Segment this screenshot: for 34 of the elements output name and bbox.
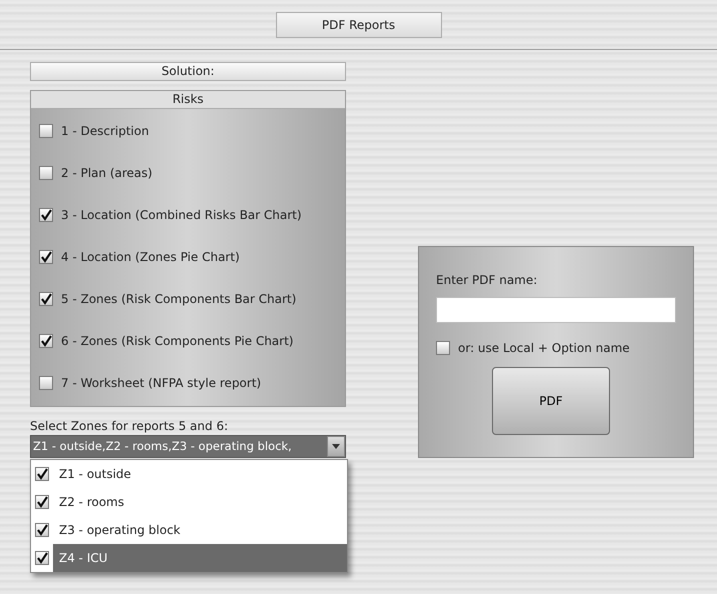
zones-label: Select Zones for reports 5 and 6: [30,418,229,435]
window-title: PDF Reports [276,12,442,38]
dropdown-button[interactable] [327,436,345,457]
dropdown-item[interactable]: Z3 - operating block [59,521,180,539]
checkbox[interactable] [35,523,49,537]
option-label: 5 - Zones (Risk Components Bar Chart) [61,291,296,308]
option-label: or: use Local + Option name [458,340,630,357]
solution-label: Solution: [30,62,346,81]
dropdown-item[interactable]: Z2 - rooms [59,493,124,511]
checkbox[interactable] [35,495,49,509]
checkbox[interactable] [436,341,450,355]
risks-header: Risks [31,91,345,109]
pdf-name-field[interactable] [436,297,676,323]
checkbox[interactable] [39,208,53,222]
option-label: 1 - Description [61,123,149,140]
checkbox[interactable] [39,250,53,264]
checkbox[interactable] [39,376,53,390]
dropdown-item[interactable]: Z1 - outside [59,465,132,483]
pdf-button[interactable]: PDF [492,367,610,435]
option-label: 7 - Worksheet (NFPA style report) [61,375,262,392]
checkbox[interactable] [39,166,53,180]
dropdown-item[interactable]: Z4 - ICU [53,544,347,572]
option-label: 4 - Location (Zones Pie Chart) [61,249,240,266]
checkbox[interactable] [35,551,49,565]
option-label: 2 - Plan (areas) [61,165,152,182]
option-label: 3 - Location (Combined Risks Bar Chart) [61,207,302,224]
option-label: 6 - Zones (Risk Components Pie Chart) [61,333,294,350]
checkbox[interactable] [39,334,53,348]
checkbox[interactable] [39,124,53,138]
combobox-value: Z1 - outside,Z2 - rooms,Z3 - operating block, [31,436,327,457]
pdf-name-label: Enter PDF name: [436,272,538,289]
checkbox[interactable] [35,467,49,481]
checkbox[interactable] [39,292,53,306]
caret-icon [332,444,340,449]
